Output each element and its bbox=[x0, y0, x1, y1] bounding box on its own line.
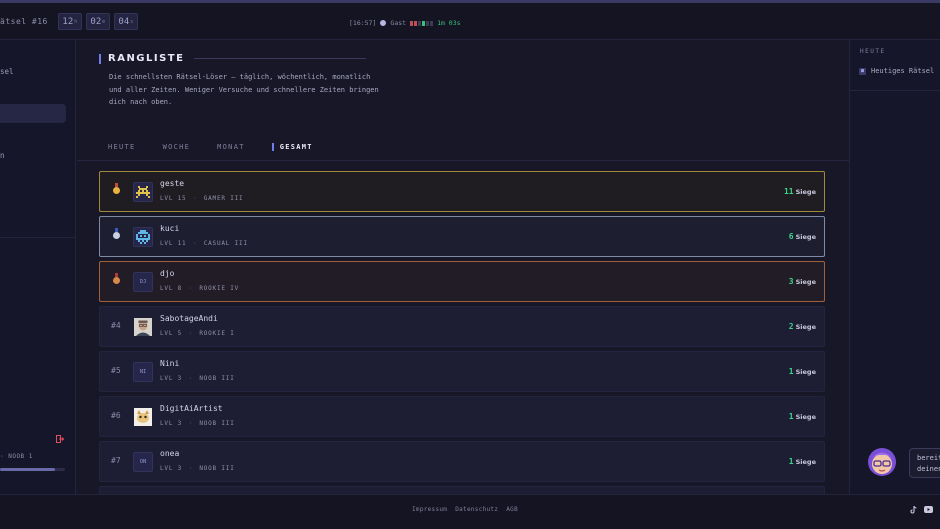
youtube-icon[interactable] bbox=[924, 506, 933, 516]
win-count: 1 Siege bbox=[788, 412, 816, 421]
sidebar-left: sel n · NOOB 1 bbox=[0, 40, 76, 494]
win-count: 1 Siege bbox=[788, 367, 816, 376]
rank-number: #5 bbox=[111, 366, 121, 375]
next-puzzle-countdown: 1m 03s bbox=[437, 19, 461, 27]
leaderboard-row[interactable]: #6 DigitAiArtist LVL 3 · NOOB III 1 Siege bbox=[99, 396, 825, 437]
win-count: 11 Siege bbox=[783, 187, 816, 196]
xp-progress-fill bbox=[0, 468, 56, 471]
status-strip: [16:57] Gast 1m 03s bbox=[349, 19, 461, 27]
xp-progress-bar bbox=[0, 468, 65, 471]
puzzle-icon: ■ bbox=[859, 67, 866, 75]
intro-text: Die schnellsten Rätsel-Löser – täglich, … bbox=[109, 73, 379, 106]
player-name[interactable]: SabotageAndi bbox=[160, 314, 218, 323]
top-bar: ätsel #16 12 h 02 m 04 s [16:57] Gast 1m 03… bbox=[0, 0, 940, 40]
footer: Impressum Datenschutz AGB bbox=[0, 494, 940, 529]
leaderboard-row[interactable]: #4 SabotageAndi LVL 5 · ROOKIE I 2 Siege bbox=[99, 306, 825, 347]
today-heading: HEUTE bbox=[860, 48, 886, 55]
player-name[interactable]: djo bbox=[160, 269, 174, 278]
main-content: RANGLISTE Die schnellsten Rätsel-Löser –… bbox=[77, 40, 849, 494]
footer-link-privacy[interactable]: Datenschutz bbox=[455, 506, 498, 513]
timer-seconds: 04 s bbox=[113, 13, 138, 30]
leaderboard-row[interactable]: kuci LVL 11 · CASUAL III 6 Siege bbox=[99, 216, 825, 257]
todays-puzzle-label: Heutiges Rätsel bbox=[871, 67, 935, 75]
footer-links: Impressum Datenschutz AGB bbox=[412, 506, 518, 513]
player-level: LVL 11 · CASUAL III bbox=[160, 240, 248, 247]
player-level: LVL 8 · ROOKIE IV bbox=[160, 285, 240, 292]
rank-number: #4 bbox=[111, 321, 121, 330]
logout-icon[interactable] bbox=[56, 435, 65, 443]
sidebar-item-active[interactable] bbox=[0, 104, 66, 123]
footer-link-impressum[interactable]: Impressum bbox=[412, 506, 447, 513]
period-tabs: HEUTE WOCHE MONAT GESAMT bbox=[108, 143, 340, 151]
player-name[interactable]: geste bbox=[160, 179, 184, 188]
sidebar-right-divider bbox=[850, 90, 940, 91]
bubble-line-2: deinen bbox=[917, 465, 940, 473]
sidebar-item-puzzle[interactable]: sel bbox=[0, 67, 14, 76]
puzzle-number: ätsel #16 bbox=[0, 17, 48, 26]
tab-today[interactable]: HEUTE bbox=[108, 143, 136, 151]
user-avatar[interactable]: DJ bbox=[133, 272, 153, 292]
player-name[interactable]: onea bbox=[160, 449, 179, 458]
page-title: RANGLISTE bbox=[108, 53, 185, 64]
leaderboard-row[interactable]: #7 ON onea LVL 3 · NOOB III 1 Siege bbox=[99, 441, 825, 482]
sidebar-item[interactable]: n bbox=[0, 151, 5, 160]
user-avatar[interactable] bbox=[133, 317, 153, 337]
win-count: 1 Siege bbox=[788, 457, 816, 466]
win-count: 3 Siege bbox=[788, 277, 816, 286]
user-avatar[interactable] bbox=[133, 182, 153, 202]
medal-icon bbox=[113, 228, 120, 242]
user-status-icon bbox=[380, 20, 387, 26]
sidebar-right: HEUTE ■ Heutiges Rätsel bereit deinen bbox=[849, 40, 940, 494]
player-level: LVL 15 · GAMER III bbox=[160, 195, 244, 202]
rank-number: #7 bbox=[111, 456, 121, 465]
player-level: LVL 3 · NOOB III bbox=[160, 375, 235, 382]
social-links bbox=[910, 505, 933, 516]
attempts-bar bbox=[410, 20, 434, 26]
leaderboard-row[interactable] bbox=[99, 486, 825, 494]
leaderboard-list: geste LVL 15 · GAMER III 11 Siege kuci LVL 11… bbox=[99, 171, 825, 494]
tab-overall[interactable]: GESAMT bbox=[272, 143, 313, 151]
tab-week[interactable]: WOCHE bbox=[163, 143, 191, 151]
player-name[interactable]: kuci bbox=[160, 224, 179, 233]
bubble-line-1: bereit bbox=[917, 454, 940, 462]
user-avatar[interactable]: ON bbox=[133, 452, 153, 472]
player-level: LVL 3 · NOOB III bbox=[160, 465, 235, 472]
timer-hours: 12 h bbox=[57, 13, 82, 30]
leaderboard-row[interactable]: #5 NI Nini LVL 3 · NOOB III 1 Siege bbox=[99, 351, 825, 392]
mascot-avatar[interactable] bbox=[865, 445, 899, 479]
rank-number: #6 bbox=[111, 411, 121, 420]
title-accent bbox=[99, 53, 101, 64]
player-level: LVL 5 · ROOKIE I bbox=[160, 330, 235, 337]
tiktok-icon[interactable] bbox=[910, 505, 917, 516]
win-count: 6 Siege bbox=[788, 232, 816, 241]
tabs-divider bbox=[77, 160, 849, 161]
mascot-speech-bubble: bereit deinen bbox=[909, 448, 940, 478]
title-rule bbox=[194, 58, 367, 59]
leaderboard-row[interactable]: DJ djo LVL 8 · ROOKIE IV 3 Siege bbox=[99, 261, 825, 302]
medal-icon bbox=[113, 183, 120, 197]
medal-icon bbox=[113, 273, 120, 287]
tab-month[interactable]: MONAT bbox=[217, 143, 245, 151]
user-avatar[interactable]: NI bbox=[133, 362, 153, 382]
user-level: · NOOB 1 bbox=[0, 453, 33, 460]
sidebar-divider bbox=[0, 237, 76, 238]
todays-puzzle-link[interactable]: ■ Heutiges Rätsel bbox=[859, 67, 934, 75]
user-avatar[interactable] bbox=[133, 407, 153, 427]
player-name[interactable]: DigitAiArtist bbox=[160, 404, 223, 413]
puzzle-timer: ätsel #16 12 h 02 m 04 s bbox=[0, 13, 138, 30]
timer-minutes: 02 m bbox=[85, 13, 110, 30]
clock: [16:57] bbox=[349, 19, 377, 27]
footer-link-terms[interactable]: AGB bbox=[506, 506, 518, 513]
title-block: RANGLISTE bbox=[99, 53, 367, 64]
player-name[interactable]: Nini bbox=[160, 359, 179, 368]
win-count: 2 Siege bbox=[788, 322, 816, 331]
user-avatar[interactable] bbox=[133, 227, 153, 247]
leaderboard-row[interactable]: geste LVL 15 · GAMER III 11 Siege bbox=[99, 171, 825, 212]
player-level: LVL 3 · NOOB III bbox=[160, 420, 235, 427]
user-name: Gast bbox=[390, 19, 407, 27]
